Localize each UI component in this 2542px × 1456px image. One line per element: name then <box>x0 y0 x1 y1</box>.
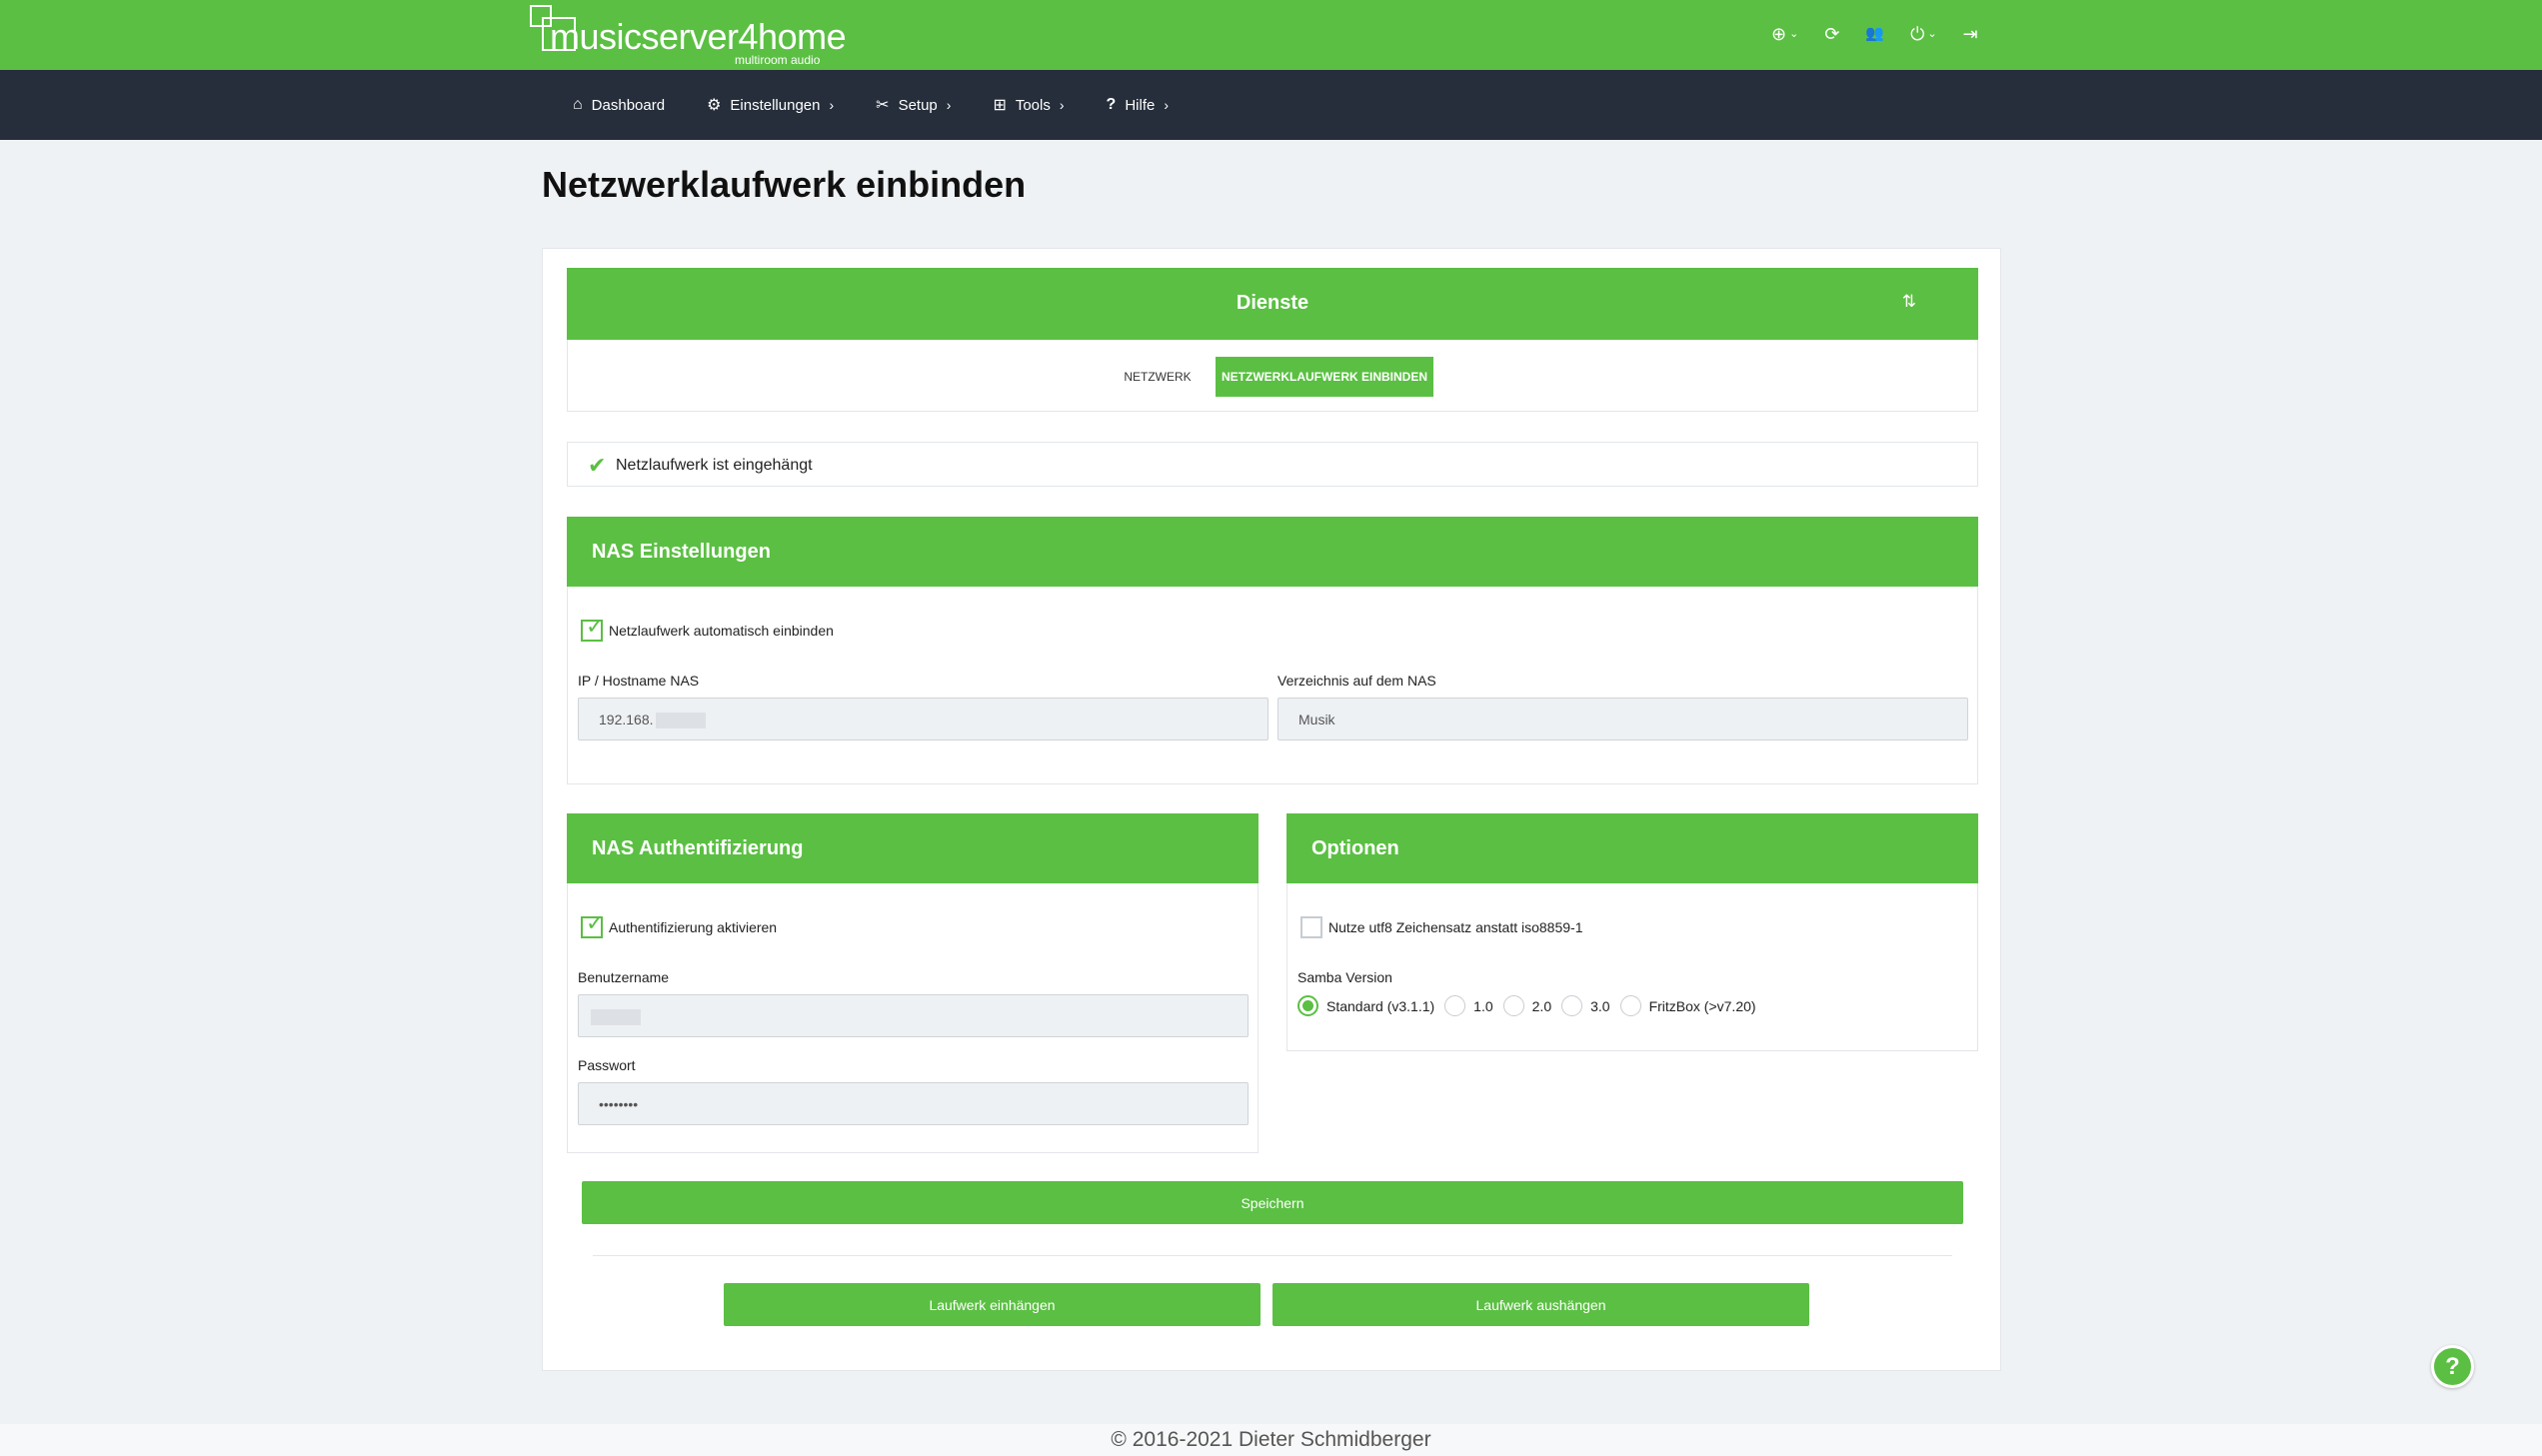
samba-option-label: Standard (v3.1.1) <box>1326 997 1435 1014</box>
auto-mount-label: Netzlaufwerk automatisch einbinden <box>609 623 834 639</box>
question-icon: ? <box>1106 96 1117 113</box>
password-value: •••••••• <box>599 1096 639 1112</box>
nas-auth-panel: NAS Authentifizierung ✓ Authentifizierun… <box>567 813 1259 1153</box>
username-input[interactable] <box>578 994 1249 1037</box>
auth-enable-checkbox[interactable]: ✓ <box>581 912 604 938</box>
auto-mount-checkbox[interactable]: ✓ <box>581 616 604 642</box>
users-icon: 👥 <box>1865 25 1885 42</box>
logo[interactable]: musicserver4home multiroom audio <box>530 5 850 67</box>
chevron-down-icon: ⌄ <box>1789 28 1799 40</box>
nav-setup-label: Setup <box>898 96 938 114</box>
logout-icon: ⇥ <box>1962 24 1978 44</box>
copyright-text: © 2016-2021 Dieter Schmidberger <box>1111 1428 1431 1451</box>
refresh-icon: ⟳ <box>1824 24 1840 44</box>
samba-radio-standard[interactable] <box>1297 995 1318 1016</box>
nav-dashboard-label: Dashboard <box>591 96 666 114</box>
options-title: Optionen <box>1311 837 1399 859</box>
dienste-tabs: NETZWERK NETZWERKLAUFWERK EINBINDEN <box>567 340 1978 412</box>
main-card: Dienste ⇅ NETZWERK NETZWERKLAUFWERK EINB… <box>542 248 2001 1371</box>
refresh-button[interactable]: ⟳ <box>1824 22 1839 46</box>
status-alert: ✔ Netzlaufwerk ist eingehängt <box>567 442 1978 487</box>
help-button[interactable]: ? <box>2431 1345 2474 1388</box>
globe-icon: ⊕ <box>1771 24 1787 44</box>
options-panel: Optionen Nutze utf8 Zeichensatz anstatt … <box>1286 813 1978 1051</box>
home-icon: ⌂ <box>573 96 583 113</box>
footer: © 2016-2021 Dieter Schmidberger <box>0 1424 2542 1456</box>
samba-radio-3-0[interactable] <box>1561 995 1583 1016</box>
check-icon: ✓ <box>586 910 605 935</box>
samba-radio-fritzbox[interactable] <box>1619 995 1641 1016</box>
mount-button[interactable]: Laufwerk einhängen <box>724 1283 1261 1326</box>
nas-auth-title: NAS Authentifizierung <box>592 837 804 859</box>
nav-tools[interactable]: ⊞ Tools › <box>993 95 1064 115</box>
samba-version-group: Standard (v3.1.1) 1.0 2.0 3.0 FritzBox (… <box>1297 995 1766 1016</box>
tab-netzwerk[interactable]: NETZWERK <box>1118 357 1198 397</box>
auth-enable-label: Authentifizierung aktivieren <box>609 919 778 935</box>
status-message: Netzlaufwerk ist eingehängt <box>616 457 813 474</box>
utf8-checkbox[interactable] <box>1300 916 1322 938</box>
nas-settings-title: NAS Einstellungen <box>592 541 771 563</box>
password-label: Passwort <box>578 1057 636 1073</box>
nas-auth-header: NAS Authentifizierung <box>567 813 1259 883</box>
nas-settings-header: NAS Einstellungen <box>567 517 1978 587</box>
gear-icon: ⚙ <box>707 97 722 114</box>
host-label: IP / Hostname NAS <box>578 673 700 689</box>
host-input[interactable]: 192.168. <box>578 698 1269 740</box>
nav-setup[interactable]: ✂ Setup › <box>876 95 951 115</box>
samba-option-label: FritzBox (>v7.20) <box>1648 997 1756 1014</box>
logo-text: musicserver4home <box>550 16 847 57</box>
save-button[interactable]: Speichern <box>582 1181 1963 1224</box>
check-icon: ✓ <box>586 614 605 639</box>
logo-tagline: multiroom audio <box>735 53 821 67</box>
options-header: Optionen <box>1286 813 1978 883</box>
chevron-right-icon: › <box>1059 97 1065 113</box>
nas-settings-panel: NAS Einstellungen ✓ Netzlaufwerk automat… <box>567 517 1978 784</box>
nav-hilfe[interactable]: ? Hilfe › <box>1107 96 1169 114</box>
dir-input[interactable]: Musik <box>1277 698 1968 740</box>
page-title: Netzwerklaufwerk einbinden <box>542 164 1027 205</box>
username-label: Benutzername <box>578 969 670 985</box>
redacted-block <box>655 713 706 729</box>
sort-icon[interactable]: ⇅ <box>1902 292 1916 312</box>
nav-dashboard[interactable]: ⌂ Dashboard <box>573 96 665 114</box>
question-icon: ? <box>2445 1352 2460 1380</box>
samba-label: Samba Version <box>1297 969 1392 985</box>
samba-option-label: 2.0 <box>1531 997 1552 1014</box>
redacted-block <box>591 1009 641 1026</box>
chevron-right-icon: › <box>1164 97 1170 113</box>
tools-icon: ✂ <box>876 97 890 114</box>
utf8-label: Nutze utf8 Zeichensatz anstatt iso8859-1 <box>1328 919 1583 935</box>
nav-einstellungen[interactable]: ⚙ Einstellungen › <box>707 95 834 115</box>
samba-option-label: 3.0 <box>1590 997 1610 1014</box>
logout-button[interactable]: ⇥ <box>1963 22 1978 46</box>
language-menu[interactable]: ⊕ ⌄ <box>1771 22 1798 46</box>
nav-einstellungen-label: Einstellungen <box>730 96 821 114</box>
users-button[interactable]: 👥 <box>1865 22 1884 46</box>
top-bar: musicserver4home multiroom audio ⊕ ⌄ ⟳ 👥… <box>0 0 2542 70</box>
tab-netzwerklaufwerk-einbinden[interactable]: NETZWERKLAUFWERK EINBINDEN <box>1216 357 1433 397</box>
nav-hilfe-label: Hilfe <box>1125 96 1156 114</box>
chevron-right-icon: › <box>829 97 835 113</box>
samba-radio-2-0[interactable] <box>1502 995 1524 1016</box>
samba-radio-1-0[interactable] <box>1444 995 1466 1016</box>
dienste-header: Dienste ⇅ <box>567 268 1978 340</box>
unmount-button[interactable]: Laufwerk aushängen <box>1272 1283 1809 1326</box>
top-toolbar: ⊕ ⌄ ⟳ 👥 ⏻ ⌄ ⇥ <box>1771 22 1978 46</box>
plus-square-icon: ⊞ <box>993 97 1007 114</box>
check-icon: ✔ <box>588 453 607 478</box>
chevron-right-icon: › <box>946 97 952 113</box>
divider <box>593 1255 1952 1256</box>
nav-tools-label: Tools <box>1015 96 1051 114</box>
main-nav: ⌂ Dashboard ⚙ Einstellungen › ✂ Setup › … <box>0 70 2542 140</box>
password-input[interactable]: •••••••• <box>578 1082 1249 1125</box>
samba-option-label: 1.0 <box>1473 997 1493 1014</box>
dir-value: Musik <box>1298 712 1335 728</box>
chevron-down-icon: ⌄ <box>1927 28 1937 40</box>
dir-label: Verzeichnis auf dem NAS <box>1277 673 1436 689</box>
power-icon: ⏻ <box>1910 24 1925 44</box>
host-value: 192.168. <box>599 712 654 728</box>
dienste-title: Dienste <box>1236 292 1309 314</box>
power-menu[interactable]: ⏻ ⌄ <box>1910 22 1936 46</box>
